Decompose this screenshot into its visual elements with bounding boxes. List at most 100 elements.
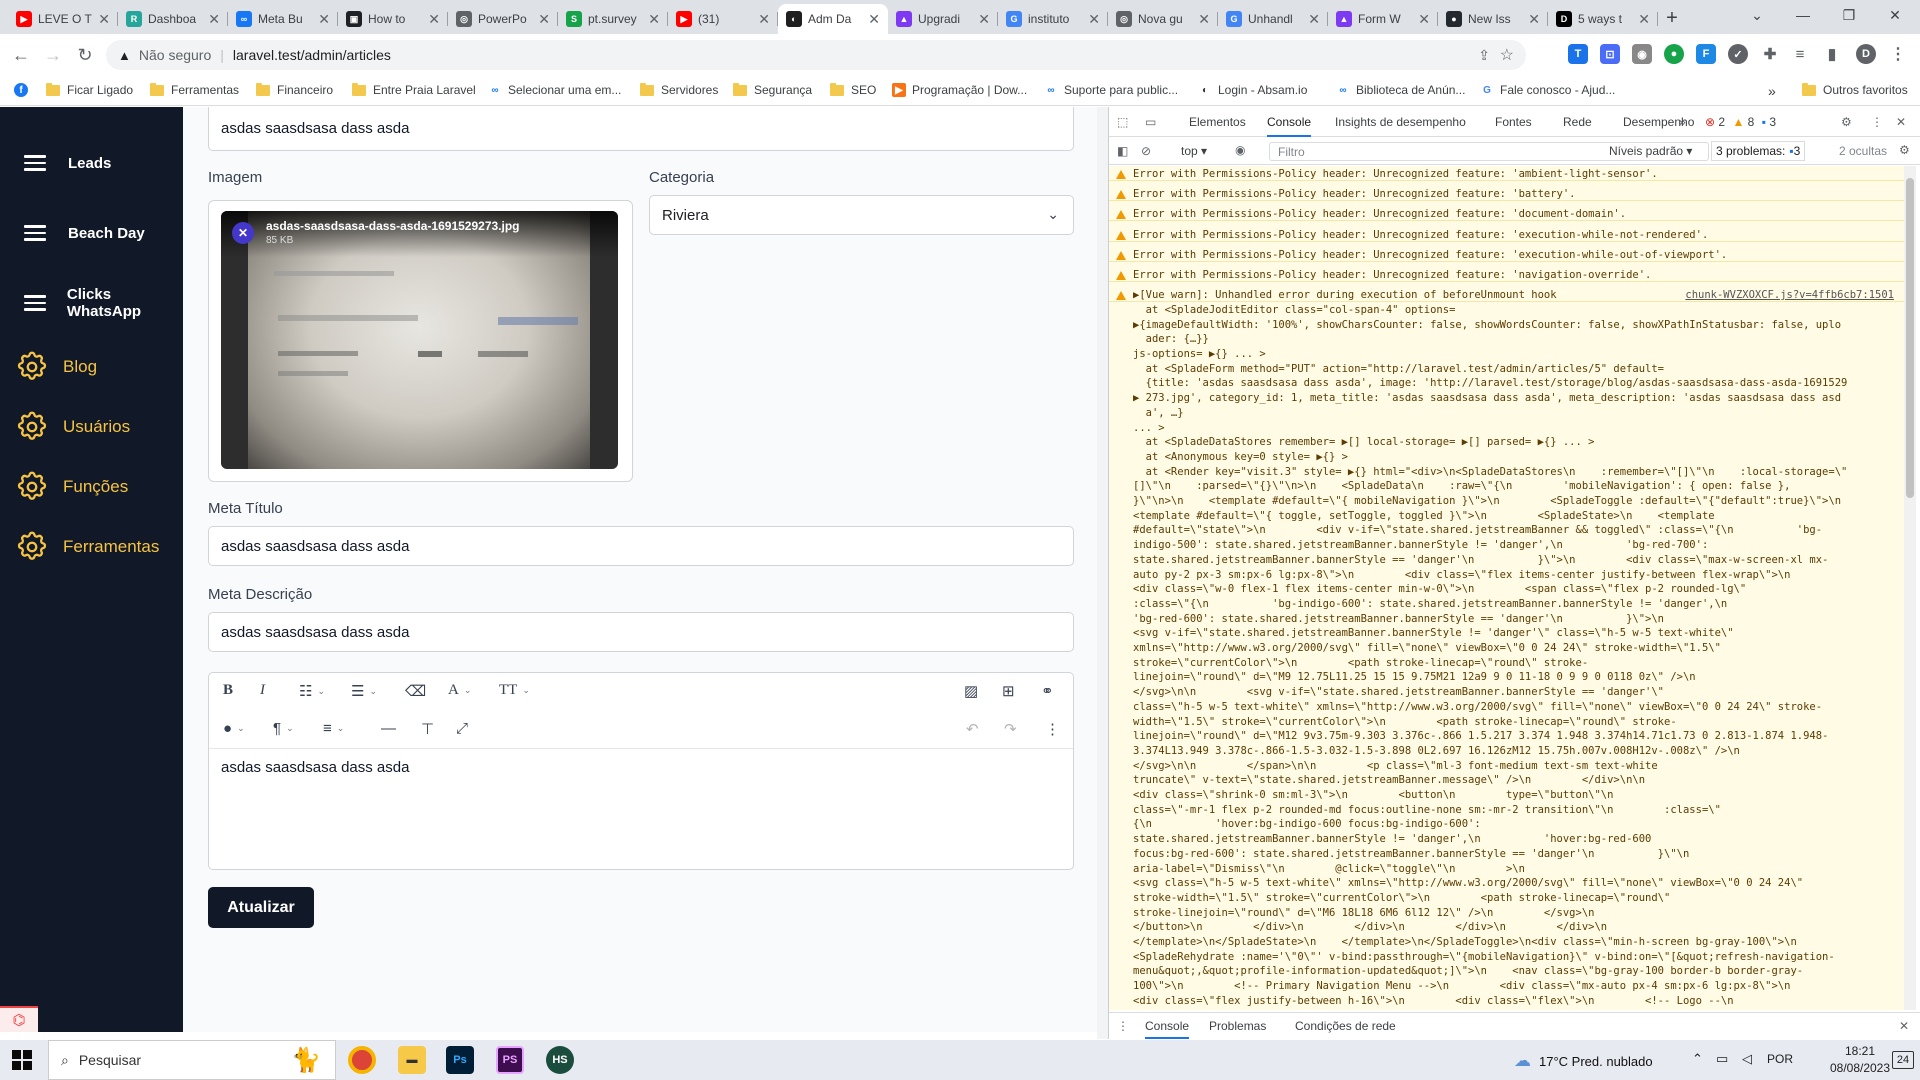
more-options-button[interactable]: ⋮ — [1045, 720, 1060, 738]
forward-icon[interactable]: → — [38, 40, 68, 70]
tab-close-icon[interactable]: ✕ — [538, 11, 550, 28]
browser-tab[interactable]: ▶ (31) ✕ — [668, 4, 778, 34]
volume-icon[interactable]: ◁ — [1742, 1051, 1752, 1067]
clear-console-icon[interactable]: ⊘ — [1141, 144, 1151, 158]
update-button[interactable]: Atualizar — [208, 887, 314, 928]
extension-check-icon[interactable]: ✓ — [1728, 44, 1748, 64]
console-scrollbar[interactable] — [1904, 166, 1916, 1010]
tray-chevron-icon[interactable]: ⌃ — [1692, 1051, 1703, 1067]
browser-tab[interactable]: ◎ Nova gu ✕ — [1108, 4, 1218, 34]
italic-button[interactable]: I — [260, 682, 265, 699]
device-toolbar-icon[interactable]: ▭ — [1145, 115, 1156, 129]
browser-tab[interactable]: ▲ Form W ✕ — [1328, 4, 1438, 34]
restore-button[interactable]: ❐ — [1826, 0, 1872, 30]
side-panel-icon[interactable]: ▮ — [1822, 44, 1842, 64]
drawer-menu-icon[interactable]: ⋮ — [1117, 1019, 1129, 1033]
reload-icon[interactable]: ↻ — [70, 40, 100, 70]
tab-search-button[interactable]: ⌄ — [1734, 0, 1780, 30]
browser-tab[interactable]: ∞ Meta Bu ✕ — [228, 4, 338, 34]
devtools-tab[interactable]: Elementos — [1189, 115, 1246, 129]
sidebar-item[interactable]: Beach Day — [0, 211, 183, 255]
tab-close-icon[interactable]: ✕ — [868, 11, 880, 28]
browser-menu-icon[interactable]: ⋮ — [1888, 44, 1908, 64]
notifications-badge[interactable]: 24 — [1892, 1051, 1914, 1069]
browser-tab[interactable]: ▲ Upgradi ✕ — [888, 4, 998, 34]
font-size-button[interactable]: TT ⌄ — [499, 682, 530, 699]
share-icon[interactable]: ⇪ — [1478, 47, 1490, 64]
bookmark-item[interactable]: Segurança — [733, 82, 812, 97]
bookmark-item[interactable]: Financeiro — [256, 82, 333, 97]
browser-tab[interactable]: ▶ LEVE O T ✕ — [8, 4, 118, 34]
close-window-button[interactable]: ✕ — [1872, 0, 1918, 30]
bookmark-item[interactable]: Servidores — [640, 82, 718, 97]
devtools-menu-icon[interactable]: ⋮ — [1871, 115, 1883, 129]
more-tabs-button[interactable]: » — [1679, 115, 1686, 129]
bookmark-item[interactable]: Ferramentas — [150, 82, 239, 97]
file-explorer-icon[interactable]: ▬ — [398, 1046, 426, 1074]
sidebar-item[interactable]: Ferramentas — [0, 525, 183, 569]
tab-close-icon[interactable]: ✕ — [208, 11, 220, 28]
source-link[interactable]: chunk-WVZXOXCF.js?v=4ffb6cb7:1501 — [1685, 289, 1894, 302]
bookmark-star-icon[interactable]: ☆ — [1500, 45, 1514, 65]
insert-link-icon[interactable]: ⚭ — [1041, 682, 1054, 700]
settings-gear-icon[interactable]: ⚙ — [1841, 115, 1852, 129]
other-bookmarks-folder[interactable]: Outros favoritos — [1802, 82, 1908, 97]
devtools-close-icon[interactable]: ✕ — [1896, 115, 1906, 129]
bookmark-item[interactable]: f — [14, 83, 34, 97]
new-tab-button[interactable]: + — [1660, 6, 1684, 30]
tab-close-icon[interactable]: ✕ — [1528, 11, 1540, 28]
drawer-tab[interactable]: Condições de rede — [1295, 1019, 1396, 1033]
log-levels-select[interactable]: Níveis padrão ▾ — [1609, 144, 1692, 158]
tab-close-icon[interactable]: ✕ — [318, 11, 330, 28]
chrome-taskbar-icon[interactable] — [348, 1046, 376, 1074]
bookmark-item[interactable]: ∞ Biblioteca de Anún... — [1336, 83, 1465, 97]
editor-content[interactable]: asdas saasdsasa dass asda — [221, 759, 409, 776]
clock-time[interactable]: 18:21 — [1838, 1044, 1882, 1058]
bookmark-item[interactable]: Entre Praia Laravel — [352, 82, 476, 97]
bookmark-item[interactable]: G Fale conosco - Ajud... — [1480, 83, 1615, 97]
fullsize-button[interactable]: ⤢ — [456, 720, 468, 737]
issues-button[interactable]: 3 problemas: ▪ 3 — [1711, 141, 1806, 161]
sidebar-toggle-icon[interactable]: ◧ — [1117, 144, 1128, 158]
devtools-tab[interactable]: Insights de desempenho — [1335, 115, 1466, 129]
profile-avatar[interactable]: D — [1856, 44, 1876, 64]
browser-tab[interactable]: G Unhandl ✕ — [1218, 4, 1328, 34]
ordered-list-button[interactable]: ☰ ⌄ — [351, 682, 377, 700]
meta-title-input[interactable]: asdas saasdsasa dass asda — [208, 526, 1074, 566]
paragraph-button[interactable]: ¶ ⌄ — [273, 720, 294, 737]
devtools-tab[interactable]: Rede — [1563, 115, 1592, 129]
eraser-button[interactable]: ⌫ — [405, 682, 426, 700]
bookmarks-overflow-button[interactable]: » — [1768, 83, 1776, 99]
context-select[interactable]: top ▾ — [1181, 144, 1207, 158]
color-button[interactable]: ● ⌄ — [223, 720, 245, 737]
sidebar-item[interactable]: Clicks WhatsApp — [0, 281, 183, 325]
address-bar[interactable]: ▲ Não seguro | laravel.test/admin/articl… — [106, 40, 1526, 70]
browser-tab[interactable]: ◎ PowerPo ✕ — [448, 4, 558, 34]
extension-icon[interactable]: ⊡ — [1600, 44, 1620, 64]
bookmark-item[interactable]: ∞ Suporte para public... — [1044, 83, 1178, 97]
phpstorm-icon[interactable]: PS — [496, 1046, 524, 1074]
tab-close-icon[interactable]: ✕ — [978, 11, 990, 28]
minimize-button[interactable]: — — [1780, 0, 1826, 30]
drawer-tab[interactable]: Problemas — [1209, 1019, 1266, 1033]
network-icon[interactable]: ▭ — [1716, 1051, 1728, 1067]
tab-close-icon[interactable]: ✕ — [428, 11, 440, 28]
font-button[interactable]: A ⌄ — [448, 682, 471, 699]
copy-format-button[interactable]: ⊤ — [421, 720, 434, 738]
tab-close-icon[interactable]: ✕ — [758, 11, 770, 28]
console-settings-icon[interactable]: ⚙ — [1899, 143, 1910, 157]
insert-image-button[interactable]: ▨ — [964, 682, 978, 700]
category-select[interactable]: Riviera ⌄ — [649, 195, 1074, 235]
clock-date[interactable]: 08/08/2023 — [1826, 1061, 1894, 1075]
bookmark-item[interactable]: ▶ Programação | Dow... — [892, 83, 1027, 97]
issues-counter[interactable]: ⊗ 2 ▲ 8 ▪ 3 — [1705, 115, 1776, 129]
browser-tab[interactable]: Spt.survey ✕ — [558, 4, 668, 34]
sidebar-item[interactable]: Blog — [0, 345, 183, 389]
tab-close-icon[interactable]: ✕ — [1418, 11, 1430, 28]
devtools-tab[interactable]: Fontes — [1495, 115, 1532, 129]
extension-translate-icon[interactable]: T — [1568, 44, 1588, 64]
scrollbar-thumb[interactable] — [1906, 178, 1914, 498]
undo-button[interactable]: ↶ — [966, 720, 979, 738]
remove-image-button[interactable]: ✕ — [232, 222, 254, 244]
meta-description-input[interactable]: asdas saasdsasa dass asda — [208, 612, 1074, 652]
